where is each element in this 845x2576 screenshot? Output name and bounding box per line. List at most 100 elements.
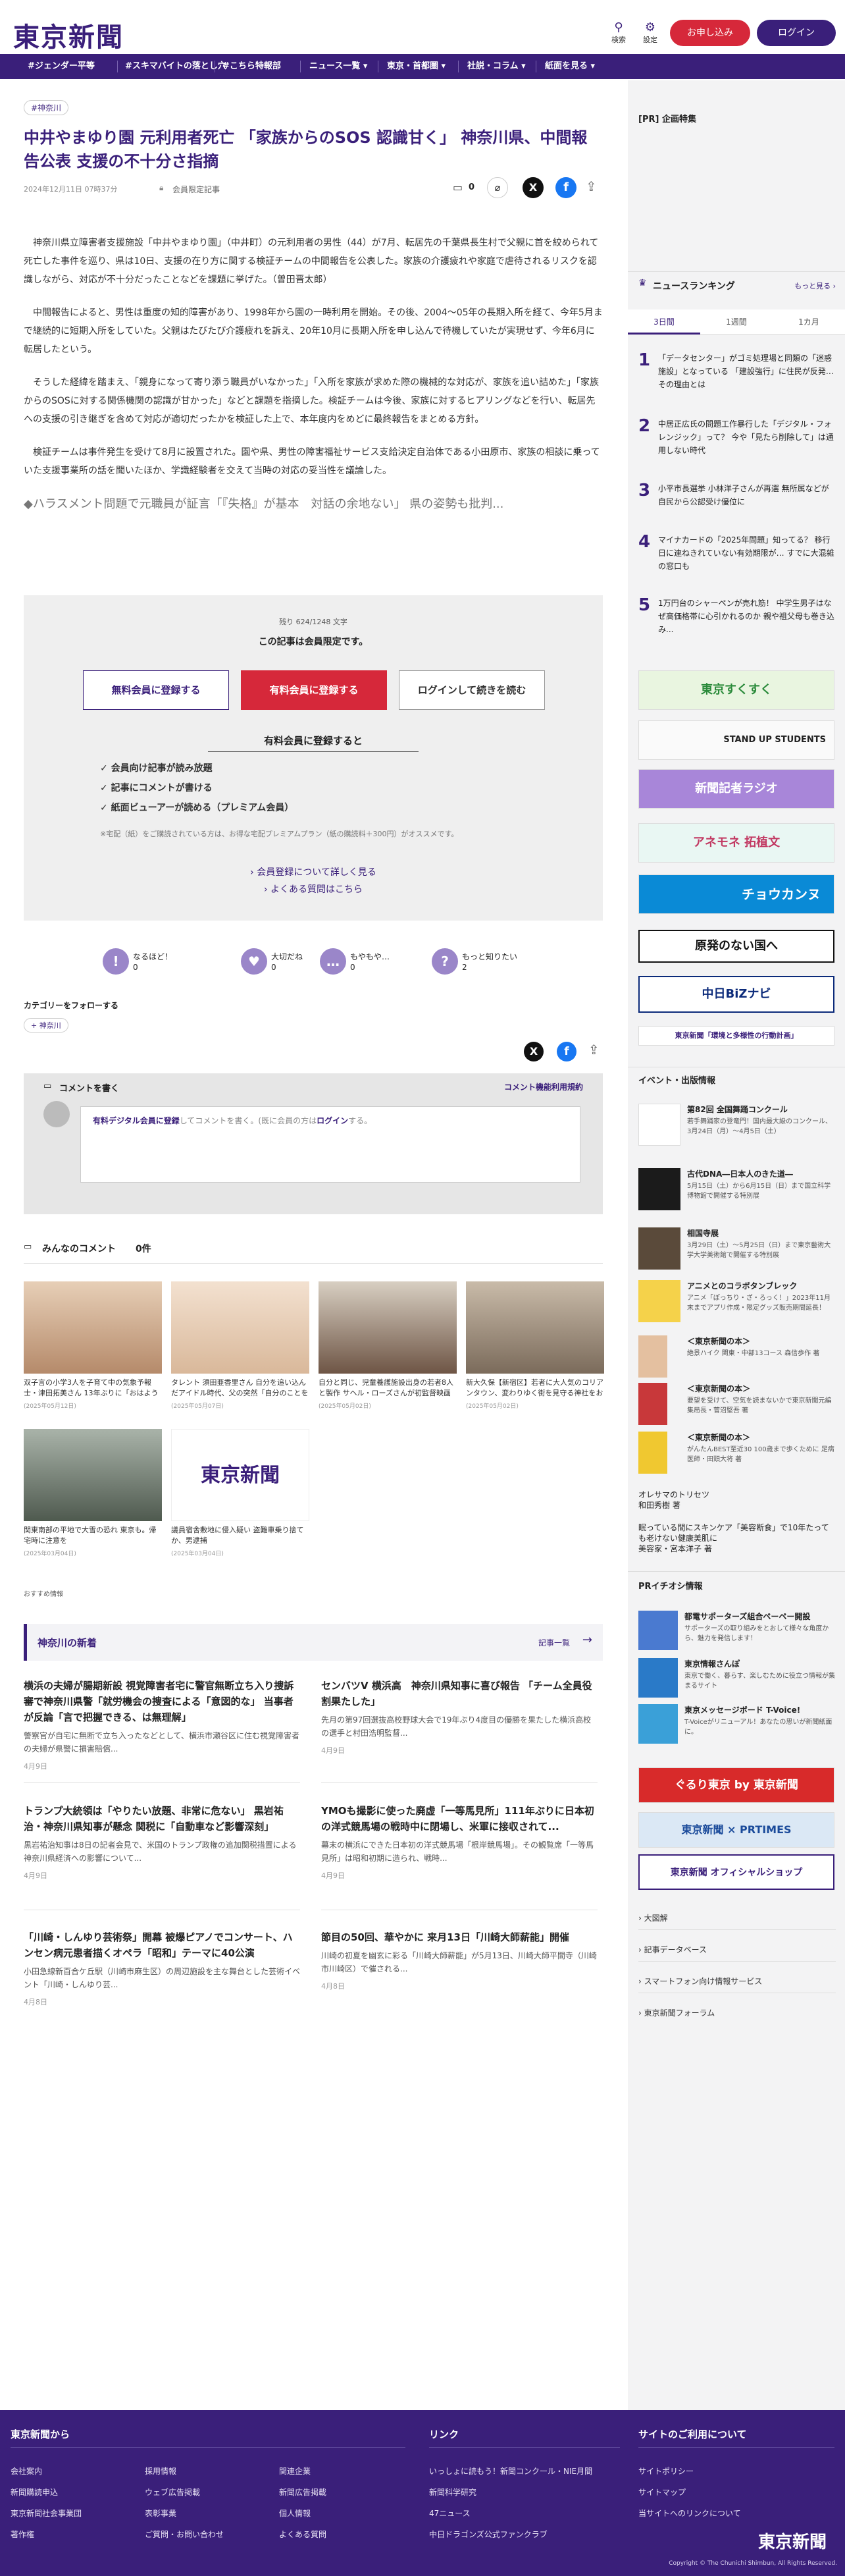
recommend-card[interactable]: 関東南部の平地で大雪の恐れ 東京も。帰宅時に注意を (2025年03月04日): [24, 1429, 162, 1557]
footer-link[interactable]: 会社案内: [11, 2465, 42, 2477]
tab-1week[interactable]: 1週間: [700, 309, 773, 335]
footer-link[interactable]: 中日ドラゴンズ公式ファンクラブ: [429, 2529, 548, 2540]
sidebar-link[interactable]: › 大図解: [638, 1912, 668, 1923]
nav-item-news-list[interactable]: ニュース一覧 ▾: [309, 54, 367, 79]
footer-link[interactable]: 個人情報: [279, 2508, 311, 2519]
facebook-share-icon[interactable]: f: [555, 177, 576, 198]
footer-link[interactable]: 著作権: [11, 2529, 34, 2540]
banner-sukusuku[interactable]: 東京すくすく: [638, 670, 834, 710]
footer-link[interactable]: サイトポリシー: [638, 2465, 694, 2477]
member-info-link[interactable]: › 会員登録について詳しく見る: [24, 865, 603, 878]
recommend-card[interactable]: 東京新聞 議員宿舎敷地に侵入疑い 盗難車乗り捨てか、男逮捕 (2025年03月04…: [171, 1429, 309, 1557]
recommend-card[interactable]: 双子言の小学3人を子育て中の気象予報士・津田拓美さん 13年ぶりに「おはよう日本…: [24, 1281, 162, 1410]
footer-link[interactable]: 東京新聞社会事業団: [11, 2508, 82, 2519]
comment-input[interactable]: 有料デジタル会員に登録してコメントを書く。(既に会員の方はログインする。: [80, 1106, 580, 1183]
footer-link[interactable]: ご質問・お問い合わせ: [145, 2529, 224, 2540]
tab-3days[interactable]: 3日間: [628, 309, 700, 335]
clip-icon[interactable]: ⌀: [487, 177, 508, 198]
banner-bizunavi[interactable]: 中日BiZナビ: [638, 976, 834, 1013]
nav-item-tokuho[interactable]: #こちら特報部: [222, 54, 281, 79]
banner-choukanu[interactable]: チョウカンヌ: [638, 874, 834, 914]
footer-link[interactable]: サイトマップ: [638, 2486, 686, 2498]
banner-shop[interactable]: 東京新聞 オフィシャルショップ: [638, 1854, 834, 1890]
sidebar-link[interactable]: › 東京新聞フォーラム: [638, 2007, 715, 2018]
nav-item-editorial[interactable]: 社説・コラム ▾: [467, 54, 526, 79]
regional-news-item[interactable]: 横浜の夫婦が腸期新設 視覚障害者宅に警官無断立ち入り捜訴審で神奈川県警「就労機会…: [24, 1678, 300, 1771]
banner-prtimes[interactable]: 東京新聞 × PRTIMES: [638, 1812, 834, 1848]
comment-icon[interactable]: ▭: [453, 181, 463, 194]
footer-link[interactable]: よくある質問: [279, 2529, 326, 2540]
banner-action-plan[interactable]: 東京新聞「環境と多様性の行動計画」: [638, 1026, 834, 1046]
footer-link[interactable]: 新聞科学研究: [429, 2486, 476, 2498]
footer-link[interactable]: 47ニュース: [429, 2508, 471, 2519]
site-logo[interactable]: 東京新聞: [13, 16, 124, 54]
login-continue-button[interactable]: ログインして続きを読む: [399, 670, 545, 710]
banner-gururi[interactable]: ぐるり東京 by 東京新聞: [638, 1767, 834, 1803]
member-only-label: 会員限定記事: [172, 185, 220, 194]
tab-1month[interactable]: 1カ月: [773, 309, 845, 335]
recommend-card[interactable]: 自分と同じ、児童養護施設出身の若者8人と製作 サヘル・ローズさんが初監督映画「花…: [319, 1281, 457, 1410]
register-link[interactable]: 有料デジタル会員に登録: [93, 1116, 180, 1125]
event-item[interactable]: ＜東京新聞の本＞ 絶景ハイク 関東・中部13コース 森信歩作 著: [638, 1335, 836, 1382]
x-share-icon[interactable]: X: [524, 1042, 544, 1061]
nav-item-paper[interactable]: 紙面を見る ▾: [545, 54, 595, 79]
sidebar-link[interactable]: › 記事データベース: [638, 1944, 707, 1955]
event-item[interactable]: 相国寺展 3月29日（土）〜5月25日（日）まで東京藝術大学大学美術館で開催する特…: [638, 1227, 836, 1274]
free-register-button[interactable]: 無料会員に登録する: [83, 670, 229, 710]
divider: [638, 2447, 834, 2448]
book-link[interactable]: 眠っている間にスキンケア「美容断食」で10年たっても老けない健康美肌に 美容家・宮…: [638, 1522, 836, 1554]
footer-link[interactable]: 新聞広告掲載: [279, 2486, 326, 2498]
footer-link[interactable]: 当サイトへのリンクについて: [638, 2508, 741, 2519]
pr-item[interactable]: 東京情報さんぽ 東京で働く、暮らす、楽しむために役立つ情報が集まるサイト: [638, 1658, 836, 1704]
arrow-right-icon[interactable]: →: [582, 1633, 592, 1647]
sidebar-link[interactable]: › スマートフォン向け情報サービス: [638, 1975, 762, 1987]
event-item[interactable]: 古代DNA―日本人のきた道― 5月15日（土）から6月15日（日）まで国立科学博物…: [638, 1168, 836, 1214]
footer-logo[interactable]: 東京新聞: [758, 2529, 827, 2553]
banner-radio[interactable]: 新聞記者ラジオ: [638, 769, 834, 809]
banner-genpatsu[interactable]: 原発のない国へ: [638, 930, 834, 963]
regional-news-item[interactable]: YMOも撮影に使った廃虚「一等馬見所」111年ぶりに日本初の洋式競馬場の戦時中に…: [321, 1803, 598, 1881]
follow-tag[interactable]: + 神奈川: [24, 1018, 68, 1033]
footer-link[interactable]: 採用情報: [145, 2465, 176, 2477]
regional-news-item[interactable]: トランプ大統領は「やりたい放題、非常に危ない」 黒岩祐治・神奈川県知事が懸念 関…: [24, 1803, 300, 1881]
nav-item-gender[interactable]: #ジェンダー平等: [28, 54, 95, 79]
search-button[interactable]: ⚲ 検索: [607, 21, 630, 45]
share-icon[interactable]: ⇪: [586, 178, 597, 194]
comment-login-link[interactable]: ログイン: [317, 1116, 348, 1125]
book-link[interactable]: オレサマのトリセツ 和田秀樹 著: [638, 1489, 709, 1511]
comments-count: 0件: [136, 1244, 151, 1254]
settings-button[interactable]: ⚙ 設定: [638, 21, 662, 45]
paid-register-button[interactable]: 有料会員に登録する: [241, 670, 387, 710]
footer-link[interactable]: 関連企業: [279, 2465, 311, 2477]
regional-news-item[interactable]: センバツV 横浜高 神奈川県知事に喜び報告 「チーム全員役割果たした」 先月の第9…: [321, 1678, 598, 1756]
event-item[interactable]: ＜東京新聞の本＞ 要望を受けて、空気を読まないかで東京新聞元編集局長・菅沼堅吾 著: [638, 1383, 836, 1429]
x-share-icon[interactable]: X: [523, 177, 544, 198]
recommend-card[interactable]: 新大久保【新宿区】若者に大人気のコリアンタウン、変わりゆく街を見守る神社をお参り…: [466, 1281, 604, 1410]
nav-item-tokyo[interactable]: 東京・首都圏 ▾: [387, 54, 446, 79]
subscribe-button[interactable]: お申し込み: [670, 20, 750, 46]
share-icon[interactable]: ⇪: [588, 1042, 600, 1058]
event-item[interactable]: ＜東京新聞の本＞ がんたんBEST至近30 100歳まで歩くために 足病医師・田頭…: [638, 1432, 836, 1478]
banner-standup[interactable]: STAND UP STUDENTS: [638, 720, 834, 760]
related-article-link[interactable]: ◆ハラスメント問題で元職員が証言「『失格』が基本 対話の余地ない」 県の姿勢も批…: [24, 495, 603, 516]
facebook-share-icon[interactable]: f: [557, 1042, 576, 1061]
banner-anemone[interactable]: アネモネ 拓植文: [638, 823, 834, 863]
comment-policy-link[interactable]: コメント機能利用規約: [504, 1081, 583, 1092]
footer-link[interactable]: いっしょに読もう！新聞コンクール・NIE月間: [429, 2465, 592, 2477]
nav-item-sukimabaito[interactable]: #スキマバイトの落とし穴: [125, 54, 226, 79]
event-item[interactable]: 第82回 全国舞踊コンクール 若手舞踊家の登竜門！国内最大級のコンクール、3月24…: [638, 1104, 836, 1150]
regional-news-item[interactable]: 「川崎・しんゆり芸術祭」開幕 被爆ピアノでコンサート、ハンセン病元患者描くオペラ…: [24, 1929, 300, 2007]
footer-link[interactable]: 表彰事業: [145, 2508, 176, 2519]
recommend-card[interactable]: タレント 須田亜香里さん 自分を追い込んだアイドル時代、父の突然「自分のことを好…: [171, 1281, 309, 1410]
ranking-more-link[interactable]: もっと見る ›: [794, 281, 836, 291]
login-button[interactable]: ログイン: [757, 20, 836, 46]
article-tag[interactable]: #神奈川: [24, 100, 69, 115]
footer-link[interactable]: ウェブ広告掲載: [145, 2486, 200, 2498]
pr-item[interactable]: 東京メッセージボード T-Voice! T-Voiceがリニューアル！あなたの思い…: [638, 1704, 836, 1750]
regional-more-link[interactable]: 記事一覧: [538, 1637, 570, 1648]
footer-link[interactable]: 新聞購読申込: [11, 2486, 58, 2498]
regional-news-item[interactable]: 節目の50回、華やかに 来月13日「川崎大師薪能」開催 川崎の初夏を幽玄に彩る「川…: [321, 1929, 598, 1991]
faq-link[interactable]: › よくある質問はこちら: [24, 882, 603, 896]
event-item[interactable]: アニメとのコラボタンブレック アニメ「ぽっちり・ざ・ろっく！」2023年11月末ま…: [638, 1280, 836, 1326]
pr-item[interactable]: 都電サポーターズ組合ペーペー開設 サポーターズの取り組みをとおして様々な角度から、…: [638, 1611, 836, 1657]
